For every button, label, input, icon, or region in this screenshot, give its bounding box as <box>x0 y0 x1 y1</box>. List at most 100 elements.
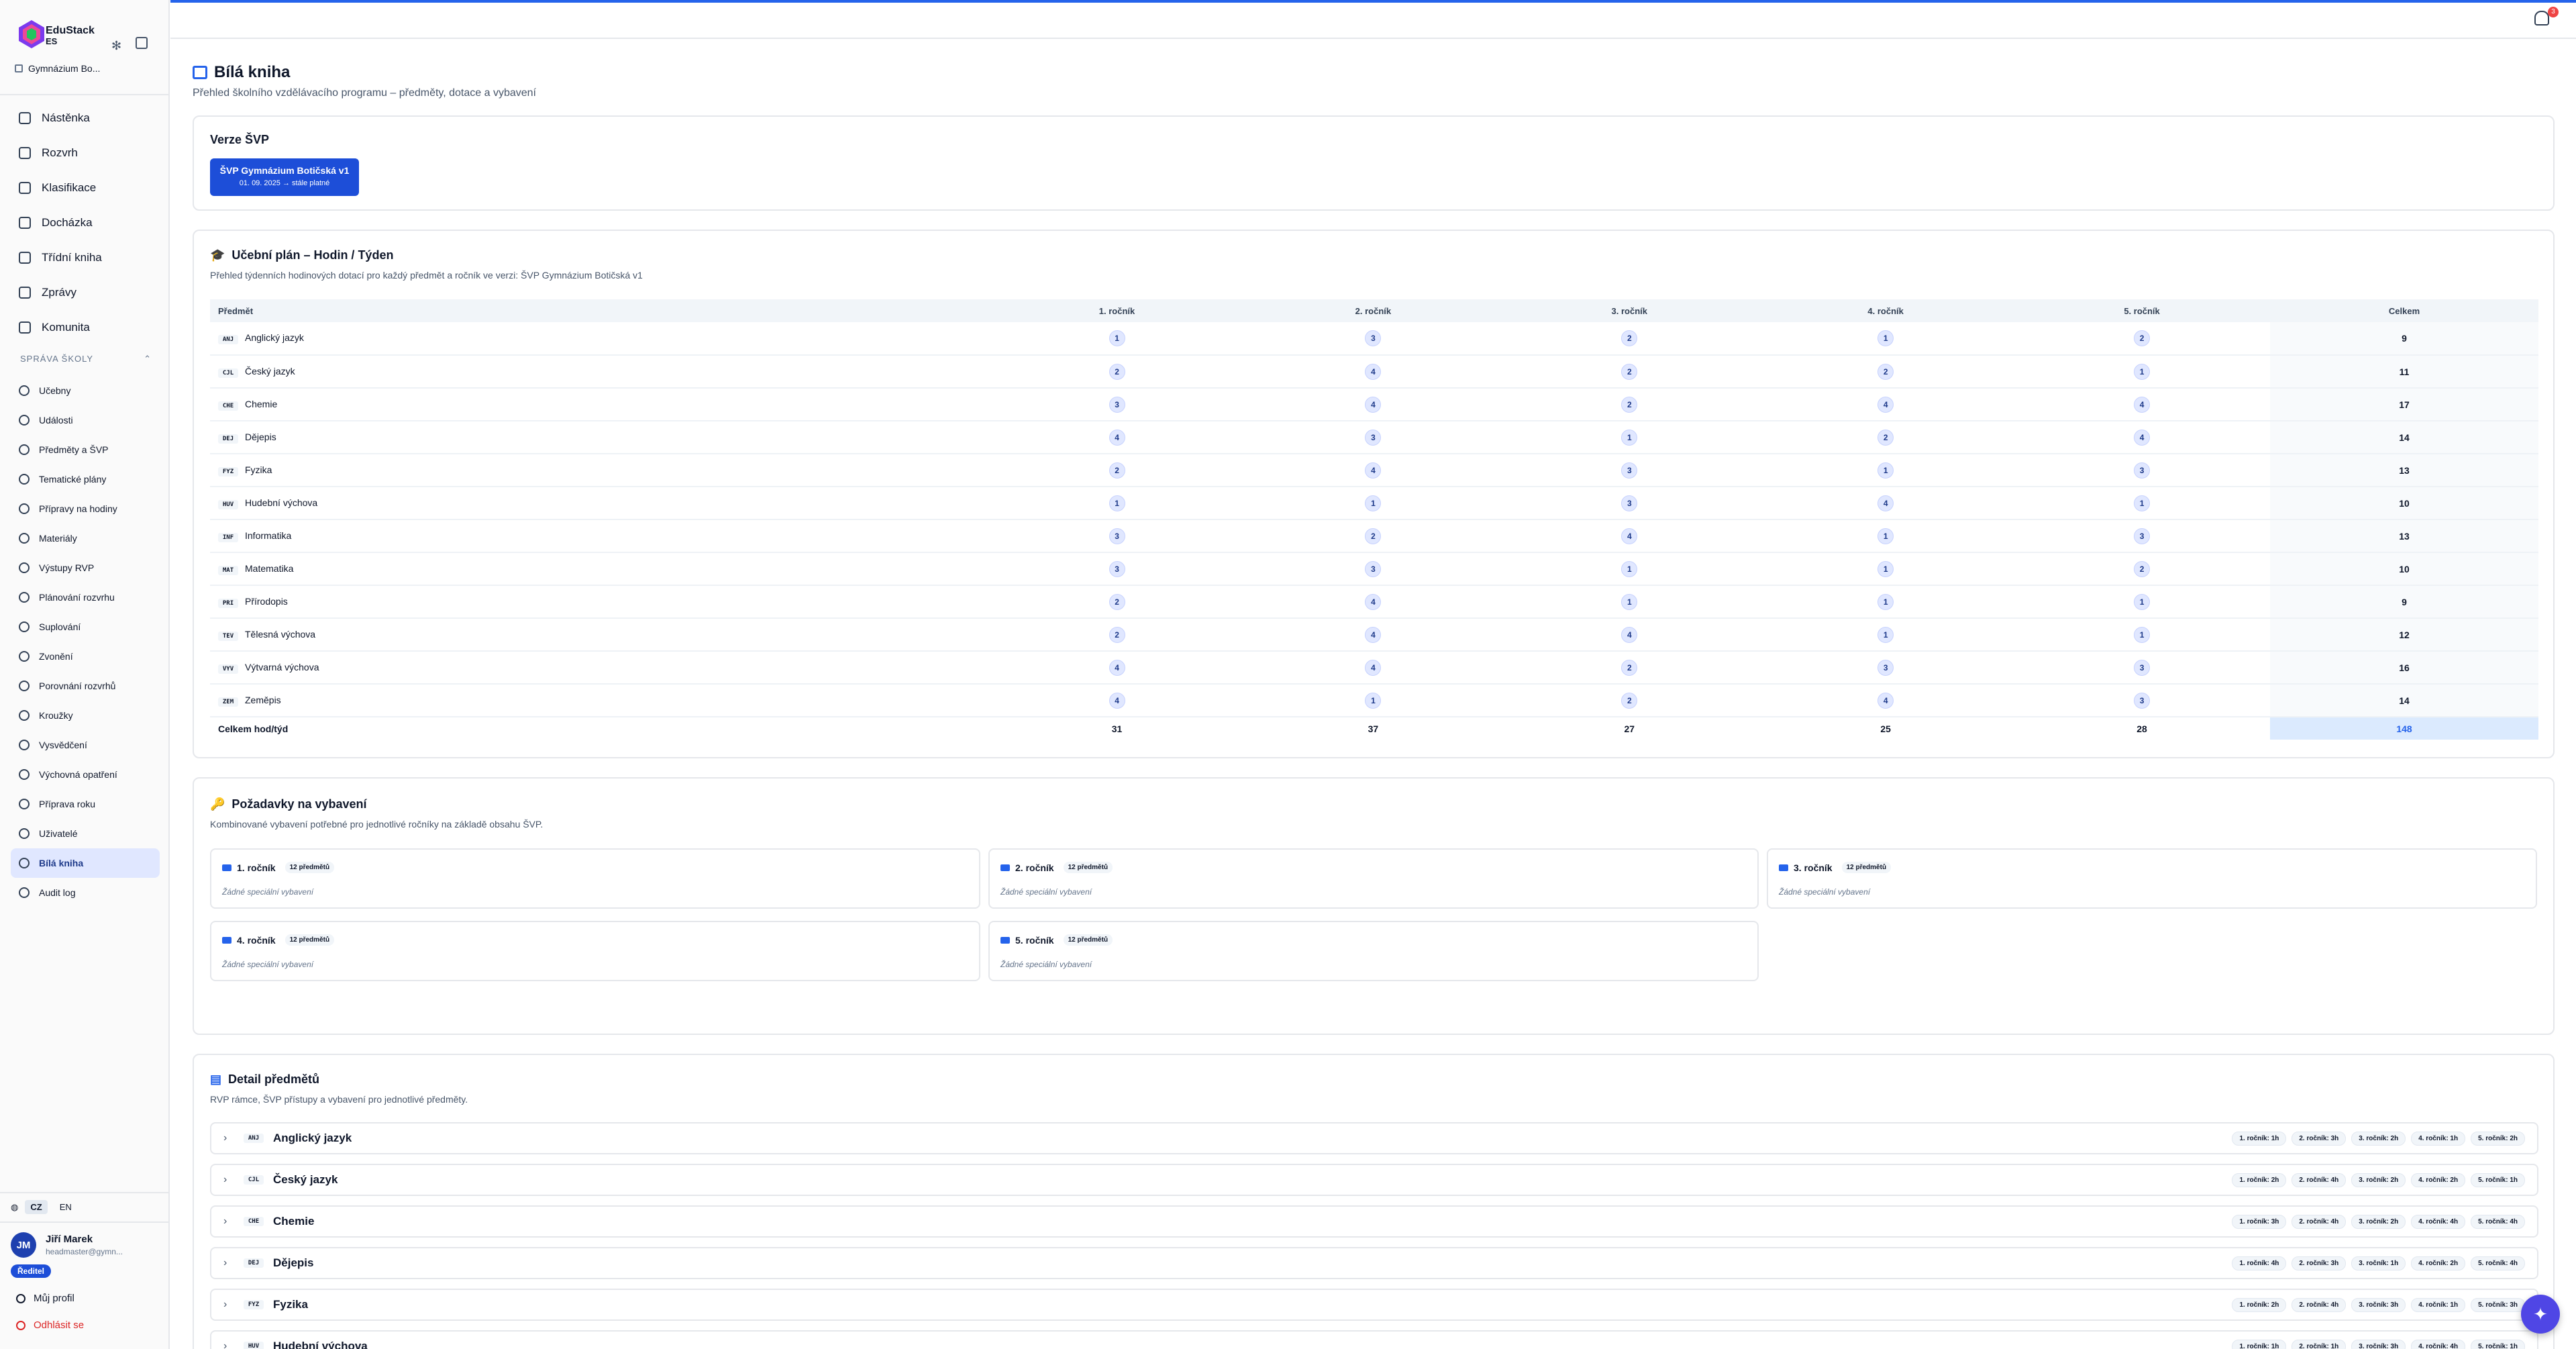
nav-item-dochazka[interactable]: Docházka <box>11 205 160 240</box>
subject-code: MAT <box>218 565 238 575</box>
nav-item-udalosti[interactable]: Události <box>11 405 160 435</box>
nav-item-zpravy[interactable]: Zprávy <box>11 275 160 310</box>
hours-pill: 4 <box>1621 626 1638 643</box>
hours-chip: 4. ročník: 4h <box>2411 1340 2466 1349</box>
hours-chip: 3. ročník: 2h <box>2351 1132 2406 1146</box>
subject-code: TEV <box>218 631 238 641</box>
hours-cell: 4 <box>1757 388 2014 421</box>
svp-version-button[interactable]: ŠVP Gymnázium Botičská v1 01. 09. 2025 →… <box>210 158 359 196</box>
total-cell: 11 <box>2270 355 2538 389</box>
hours-pill: 4 <box>1365 363 1382 380</box>
top-bar: 3 <box>170 0 2576 39</box>
app-short: ES <box>46 36 58 46</box>
hours-cell: 4 <box>1501 618 1758 652</box>
subject-accordion-row[interactable]: › HUV Hudební výchova 1. ročník: 1h 2. roční… <box>210 1330 2538 1349</box>
subject-name: Anglický jazyk <box>273 1132 352 1144</box>
logout-link[interactable]: Odhlásit se <box>16 1319 84 1331</box>
school-selector[interactable]: Gymnázium Bo... <box>15 63 100 74</box>
nav-item-rozvrh[interactable]: Rozvrh <box>11 136 160 170</box>
my-profile-link[interactable]: Můj profil <box>16 1293 74 1304</box>
hours-cell: 4 <box>2014 421 2270 454</box>
hours-cell: 3 <box>2014 454 2270 487</box>
column-header: 3. ročník <box>1501 299 1758 322</box>
hours-chip: 5. ročník: 1h <box>2471 1173 2525 1187</box>
subject-accordion-row[interactable]: › DEJ Dějepis 1. ročník: 4h 2. ročník: 3h 3. … <box>210 1247 2538 1279</box>
plan-description: Přehled týdenních hodinových dotací pro … <box>210 270 643 281</box>
chevron-right-icon: › <box>223 1257 227 1268</box>
nav-item-krouzky[interactable]: Kroužky <box>11 701 160 730</box>
hours-chip: 1. ročník: 4h <box>2232 1256 2287 1270</box>
book-open-icon <box>193 66 207 79</box>
grade-equipment-box: 3. ročník 12 předmětů Žádné speciální vyba… <box>1767 848 2537 909</box>
hours-cell: 1 <box>988 487 1245 520</box>
lang-cz-button[interactable]: CZ <box>25 1200 48 1214</box>
nav-item-tridni-kniha[interactable]: Třídní kniha <box>11 240 160 275</box>
hours-cell: 2 <box>2014 552 2270 586</box>
sparkles-icon: ✦ <box>2533 1303 2548 1324</box>
nav-item-predmety-svp[interactable]: Předměty a ŠVP <box>11 435 160 464</box>
bell-icon[interactable] <box>2534 11 2549 26</box>
logo[interactable]: EduStack ES ✻ <box>13 16 158 56</box>
sum-cell: 27 <box>1501 716 1758 740</box>
nav-item-tematicke-plany[interactable]: Tematické plány <box>11 464 160 494</box>
avatar[interactable]: JM <box>11 1232 36 1258</box>
nav-item-bila-kniha[interactable]: Bílá kniha <box>11 848 160 878</box>
section-toggle-sprava-skoly[interactable]: SPRÁVA ŠKOLY ⌃ <box>20 354 152 364</box>
hours-cell: 1 <box>1757 519 2014 553</box>
hours-pill: 1 <box>1877 560 1894 577</box>
subject-accordion-row[interactable]: › ANJ Anglický jazyk 1. ročník: 1h 2. ročník… <box>210 1122 2538 1154</box>
nav-item-planovani-rozvrhu[interactable]: Plánování rozvrhu <box>11 583 160 612</box>
nav-item-ucebny[interactable]: Učebny <box>11 376 160 405</box>
nav-item-klasifikace[interactable]: Klasifikace <box>11 170 160 205</box>
nav-item-priprava-roku[interactable]: Příprava roku <box>11 789 160 819</box>
hours-pill: 2 <box>1621 363 1638 380</box>
nav-item-zvoneni[interactable]: Zvonění <box>11 642 160 671</box>
gear-icon[interactable]: ✻ <box>111 39 121 53</box>
table-row: FYZ Fyzika 2 4 3 1 3 13 <box>210 454 2538 487</box>
subject-name: Přírodopis <box>245 595 288 607</box>
subject-code: CJL <box>218 368 238 378</box>
total-cell: 16 <box>2270 651 2538 685</box>
nav-item-nastenka[interactable]: Nástěnka <box>11 101 160 136</box>
ai-assistant-button[interactable]: ✦ <box>2521 1295 2560 1334</box>
certificate-icon <box>19 740 30 750</box>
subject-code: DEJ <box>244 1258 264 1268</box>
hours-cell: 3 <box>2014 651 2270 685</box>
sidebar-toggle-icon[interactable] <box>136 37 148 49</box>
hours-pill: 2 <box>2134 560 2151 577</box>
hours-pill: 3 <box>1365 560 1382 577</box>
hours-pill: 3 <box>2134 659 2151 676</box>
grand-total-cell: 148 <box>2270 716 2538 740</box>
lang-en-button[interactable]: EN <box>54 1200 77 1214</box>
nav-item-porovnani-rozvrhu[interactable]: Porovnání rozvrhů <box>11 671 160 701</box>
hours-chip: 2. ročník: 1h <box>2291 1340 2347 1349</box>
subject-accordion-row[interactable]: › CJL Český jazyk 1. ročník: 2h 2. ročník: 4… <box>210 1164 2538 1196</box>
nav-item-vychovna-opatreni[interactable]: Výchovná opatření <box>11 760 160 789</box>
subject-accordion-row[interactable]: › FYZ Fyzika 1. ročník: 2h 2. ročník: 4h 3. r… <box>210 1289 2538 1321</box>
hours-cell: 2 <box>988 454 1245 487</box>
plan-title: 🎓 Učební plán – Hodin / Týden <box>210 248 394 262</box>
calendar-swap-icon <box>19 621 30 632</box>
hours-cell: 4 <box>1245 585 1502 619</box>
hours-cell: 4 <box>2014 388 2270 421</box>
hours-chip: 5. ročník: 3h <box>2471 1298 2525 1312</box>
hours-chip: 4. ročník: 2h <box>2411 1173 2466 1187</box>
nav-item-suplovani[interactable]: Suplování <box>11 612 160 642</box>
total-cell: 17 <box>2270 388 2538 421</box>
nav-item-vysvedceni[interactable]: Vysvědčení <box>11 730 160 760</box>
nav-item-audit-log[interactable]: Audit log <box>11 878 160 907</box>
nav-item-komunita[interactable]: Komunita <box>11 310 160 345</box>
hours-cell: 3 <box>1501 487 1758 520</box>
total-cell: 13 <box>2270 519 2538 553</box>
subject-accordion-row[interactable]: › CHE Chemie 1. ročník: 3h 2. ročník: 4h 3. r… <box>210 1205 2538 1238</box>
graduation-icon <box>1000 936 1010 944</box>
hours-pill: 4 <box>1109 692 1125 709</box>
nav-item-materialy[interactable]: Materiály <box>11 523 160 553</box>
hours-chip: 2. ročník: 4h <box>2291 1215 2347 1229</box>
hours-chip: 3. ročník: 3h <box>2351 1340 2406 1349</box>
nav-item-uzivatele[interactable]: Uživatelé <box>11 819 160 848</box>
hours-cell: 1 <box>988 322 1245 356</box>
subject-name: Anglický jazyk <box>245 332 304 343</box>
nav-item-pripravy[interactable]: Přípravy na hodiny <box>11 494 160 523</box>
nav-item-vystupy-rvp[interactable]: Výstupy RVP <box>11 553 160 583</box>
